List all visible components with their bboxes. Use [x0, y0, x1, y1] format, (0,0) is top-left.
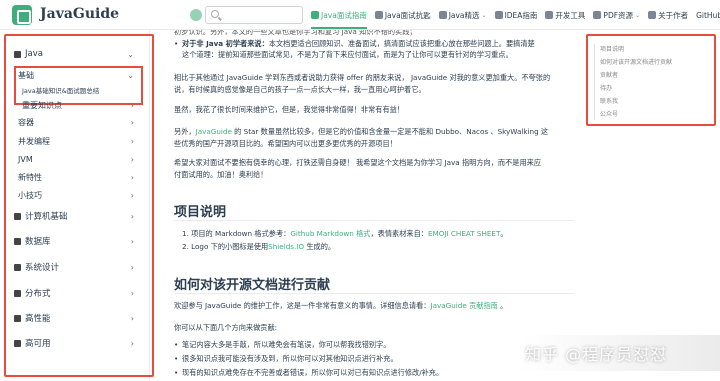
chevron-right-icon: › — [130, 190, 134, 200]
star-icon — [438, 11, 447, 19]
chevron-right-icon: › — [130, 338, 134, 348]
chevron-down-icon: ⌄ — [481, 11, 487, 19]
computer-icon — [14, 212, 21, 220]
java-icon — [14, 50, 21, 58]
paragraph: 虽然，我花了很长时间来维护它，但是，我觉得非常值得！非常有有益！ — [174, 105, 405, 114]
sidebar-item-key-points[interactable]: 重要知识点 › — [0, 96, 148, 114]
idea-icon — [494, 11, 503, 19]
distributed-icon — [14, 289, 21, 297]
chevron-right-icon: › — [130, 262, 134, 272]
paragraph: 另外，JavaGuide 的 Star 数量虽然比较多，但是它的价值和含金量一定… — [174, 127, 549, 148]
chevron-right-icon: › — [130, 313, 134, 323]
shields-io-link[interactable]: Shields.IO — [268, 242, 304, 251]
toc-rail — [594, 44, 595, 120]
performance-icon — [14, 314, 21, 322]
list-item: 笔记内容大多是手敲，所以难免会有笔误，你可以帮我找错别字。 — [174, 339, 578, 350]
github-markdown-link[interactable]: Github Markdown 格式 — [290, 229, 370, 238]
sidebar-item-new-features[interactable]: 新特性 › — [0, 168, 148, 186]
heading-how-to-contribute: 如何对该开源文档进行贡献 — [174, 278, 331, 293]
list-item: 对于非 Java 初学者来说：本文档更适合回顾知识、准备面试，搞清面试应该把重心… — [174, 38, 578, 49]
chevron-right-icon: › — [130, 100, 134, 110]
watermark: 知乎 @程序员怼怼 — [525, 345, 668, 364]
content-top-line: 初步认识。另外，本文的一些文章也是你学习和复习 Java 知识不错的实践； — [174, 30, 417, 36]
list-item: 现有的知识点难免存在不完善或者错误，所以你可以对已有知识点进行修改/补充。 — [174, 367, 578, 378]
sidebar-item-distributed[interactable]: 分布式 › — [0, 284, 148, 302]
sidebar-item-database[interactable]: 数据库 › — [0, 232, 148, 250]
nav-link-java-interview-breakthrough[interactable]: Java面试抗匙 — [374, 0, 431, 30]
divider — [174, 220, 574, 221]
nav-link-java-selected[interactable]: Java精选 ⌄ — [438, 0, 487, 30]
paragraph: 你可以从下面几个方向来做贡献: — [174, 323, 278, 332]
chevron-right-icon: › — [130, 136, 134, 146]
list-item-continuation: 这个道理：提前知道那些面试常见，不是为了背下来应付面试，而是为了让你可以更有针对… — [182, 50, 513, 59]
toc-item-todo[interactable]: 待办 — [600, 83, 612, 92]
sidebar-item-java[interactable]: Java ⌄ — [0, 45, 148, 63]
availability-icon — [14, 339, 21, 347]
toc-item-project-description[interactable]: 项目说明 — [600, 44, 624, 53]
sidebar-item-jvm[interactable]: JVM › — [0, 150, 148, 168]
sidebar-item-computer-basics[interactable]: 计算机基础 › — [0, 207, 148, 225]
main-content: 初步认识。另外，本文的一些文章也是你学习和复习 Java 知识不错的实践； 对于… — [160, 30, 580, 381]
database-icon — [14, 237, 21, 245]
top-navbar: JavaGuide Java面试指南 Java面试抗匙 Java精选 ⌄ IDEA… — [0, 0, 720, 30]
chevron-right-icon: › — [130, 288, 134, 298]
toc-item-contributors[interactable]: 贡献者 — [600, 70, 618, 79]
chevron-down-icon: ⌄ — [127, 49, 134, 59]
emoji-cheat-sheet-link[interactable]: EMOJI CHEAT SHEET — [428, 229, 500, 238]
sidebar-item-high-availability[interactable]: 高可用 › — [0, 334, 148, 352]
list-item: 很多知识点我可能没有涉及到，所以你可以对其他知识点进行补充。 — [174, 353, 578, 364]
nav-link-idea-guide[interactable]: IDEA指南 — [494, 0, 537, 30]
sidebar-item-java-basics-summary[interactable]: Java基础知识&面试题总结 — [0, 84, 148, 96]
divider — [174, 293, 574, 294]
paragraph: 相比于其他通过 JavaGuide 学到东西或者说助力获得 offer 的朋友来… — [174, 73, 551, 94]
tools-icon — [545, 11, 554, 19]
nav-link-pdf-resources[interactable]: PDF资源 ⌄ — [593, 0, 640, 30]
sidebar-item-concurrency[interactable]: 并发编程 › — [0, 132, 148, 150]
pdf-icon — [593, 11, 602, 19]
book-icon — [311, 11, 319, 19]
book-icon — [374, 11, 383, 19]
sidebar-item-containers[interactable]: 容器 › — [0, 113, 148, 131]
sidebar-item-tips[interactable]: 小技巧 › — [0, 186, 148, 204]
javaguide-link[interactable]: JavaGuide — [196, 127, 232, 136]
chevron-right-icon: › — [130, 236, 134, 246]
sidebar-item-basics[interactable]: 基础 ⌄ — [0, 66, 148, 84]
system-design-icon — [14, 263, 21, 271]
user-icon — [648, 11, 657, 19]
theme-toggle-icon[interactable] — [190, 9, 202, 21]
chevron-right-icon: › — [130, 211, 134, 221]
table-of-contents: 项目说明 如何对该开源文档进行贡献 贡献者 待办 联系我 公众号 — [586, 34, 716, 126]
toc-item-official-account[interactable]: 公众号 — [600, 109, 618, 118]
nav-link-dev-tools[interactable]: 开发工具 — [545, 0, 585, 30]
chevron-right-icon: › — [130, 154, 134, 164]
nav-link-github[interactable]: GitHub — [696, 0, 720, 30]
list-item: 1. 项目的 Markdown 格式参考：Github Markdown 格式，… — [182, 229, 508, 238]
search-input[interactable] — [205, 6, 303, 24]
toc-item-contact[interactable]: 联系我 — [600, 96, 618, 105]
list-item: 2. Logo 下的小图标是使用Shields.IO 生成的。 — [182, 242, 336, 251]
nav-link-about-author[interactable]: 关于作者 — [648, 0, 688, 30]
nav-links: Java面试指南 Java面试抗匙 Java精选 ⌄ IDEA指南 开发工具 PD… — [311, 0, 720, 30]
sidebar-item-system-design[interactable]: 系统设计 › — [0, 258, 148, 276]
site-logo-icon[interactable] — [12, 5, 32, 25]
chevron-right-icon: › — [130, 172, 134, 182]
toc-item-how-to-contribute[interactable]: 如何对该开源文档进行贡献 — [600, 57, 672, 66]
chevron-right-icon: › — [130, 117, 134, 127]
chevron-down-icon: ⌄ — [127, 70, 134, 80]
paragraph: 希望大家对面试不要抱有侥幸的心理，打铁还需自身硬！ 我希望这个文档是为你学习 J… — [174, 158, 542, 179]
sidebar-item-high-performance[interactable]: 高性能 › — [0, 309, 148, 327]
search-icon — [211, 10, 219, 18]
chevron-down-icon: ⌄ — [635, 11, 641, 19]
heading-project-description: 项目说明 — [174, 205, 227, 220]
nav-link-java-interview[interactable]: Java面试指南 — [311, 0, 367, 30]
paragraph: 欢迎参与 JavaGuide 的维护工作，这是一件非常有意义的事情。详细信息请看… — [174, 301, 508, 310]
site-title[interactable]: JavaGuide — [40, 6, 119, 22]
contribution-guide-link[interactable]: JavaGuide 贡献指南 — [431, 301, 498, 310]
